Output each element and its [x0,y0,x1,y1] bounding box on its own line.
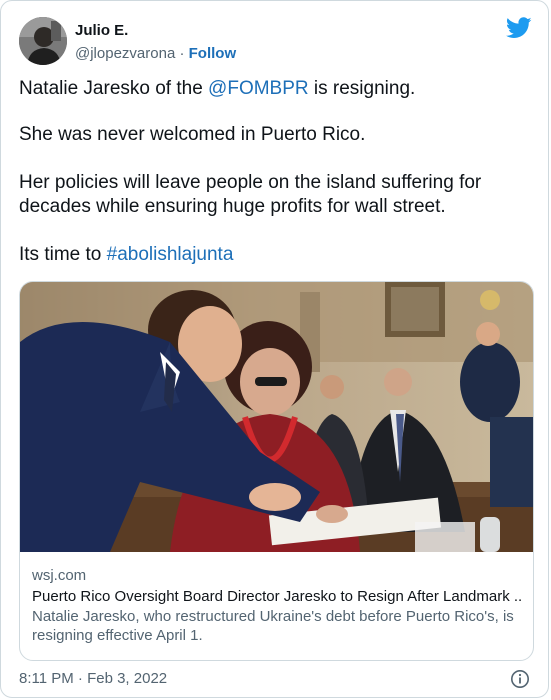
tweet-timestamp[interactable]: 8:11 PM · Feb 3, 2022 [19,670,167,687]
hashtag-link[interactable]: #abolishlajunta [107,244,234,265]
author-handle[interactable]: @jlopezvarona [75,45,175,62]
tweet-text-segment: is resigning. [308,78,416,99]
tweet-paragraph-4: Its time to #abolishlajunta [19,243,534,267]
tweet-text: Natalie Jaresko of the @FOMBPR is resign… [19,77,534,291]
tweet-footer: 8:11 PM · Feb 3, 2022 [19,668,530,690]
tweet-paragraph-2: She was never welcomed in Puerto Rico. [19,124,366,145]
info-icon[interactable] [510,669,530,689]
follow-button[interactable]: Follow [189,45,237,62]
user-avatar-icon [19,17,67,65]
mention-link[interactable]: @FOMBPR [208,78,309,99]
link-preview-meta: wsj.com Puerto Rico Oversight Board Dire… [32,566,521,645]
link-description: Natalie Jaresko, who restructured Ukrain… [32,608,514,644]
tweet-paragraph-3: Her policies will leave people on the is… [19,172,482,217]
tweet-text-segment: Natalie Jaresko of the [19,78,209,99]
tweet-text-segment: Its time to [19,244,107,265]
author-display-name[interactable]: Julio E. [75,21,236,41]
link-domain: wsj.com [32,567,87,584]
tweet-paragraph-1: Natalie Jaresko of the @FOMBPR is resign… [19,77,534,101]
link-preview-card[interactable]: wsj.com Puerto Rico Oversight Board Dire… [19,281,534,661]
separator-dot: · [179,45,185,62]
link-preview-image [20,282,533,552]
twitter-bird-icon[interactable] [506,17,532,39]
link-title[interactable]: Puerto Rico Oversight Board Director Jar… [32,587,521,606]
tweet-card: Julio E. @jlopezvarona · Follow Natalie … [0,0,549,698]
avatar[interactable] [19,17,67,65]
author-handle-row: @jlopezvarona · Follow [75,44,236,64]
tweet-header: Julio E. @jlopezvarona · Follow [19,17,532,67]
author-info: Julio E. @jlopezvarona · Follow [75,21,236,64]
